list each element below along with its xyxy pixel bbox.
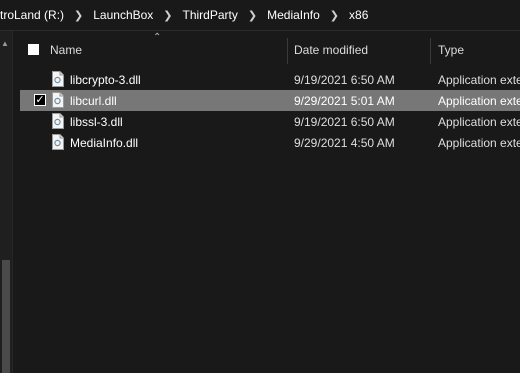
file-date-modified: 9/29/2021 5:01 AM — [294, 94, 395, 108]
column-header-name-label: Name — [50, 43, 83, 57]
row-checkbox[interactable]: ✓ — [34, 94, 46, 106]
breadcrumb-mediainfo[interactable]: MediaInfo — [265, 8, 322, 22]
dll-file-icon — [52, 92, 64, 108]
file-name: MediaInfo.dll — [70, 136, 139, 150]
file-name: libssl-3.dll — [70, 115, 123, 129]
breadcrumb-drive[interactable]: troLand (R:) — [0, 8, 66, 22]
file-type: Application exte — [438, 136, 520, 150]
chevron-right-icon[interactable]: ❯ — [155, 9, 180, 22]
file-name: libcurl.dll — [70, 94, 117, 108]
column-resize-handle[interactable] — [430, 38, 431, 64]
breadcrumb-launchbox[interactable]: LaunchBox — [91, 8, 155, 22]
breadcrumb-thirdparty[interactable]: ThirdParty — [181, 8, 240, 22]
column-header-date-modified[interactable]: Date modified — [294, 34, 368, 66]
chevron-right-icon[interactable]: ❯ — [240, 9, 265, 22]
chevron-right-icon[interactable]: ❯ — [322, 9, 347, 22]
column-resize-handle[interactable] — [287, 38, 288, 64]
column-header-type-label: Type — [438, 43, 465, 57]
file-type: Application exte — [438, 73, 520, 87]
select-all-checkbox[interactable] — [28, 44, 39, 55]
sort-ascending-icon: ⌃ — [153, 32, 162, 43]
file-type: Application exte — [438, 115, 520, 129]
file-name: libcrypto-3.dll — [70, 73, 141, 87]
address-bar[interactable]: troLand (R:) ❯ LaunchBox ❯ ThirdParty ❯ … — [0, 0, 520, 31]
column-header-row: ⌃ Name Date modified Type — [20, 32, 520, 66]
scroll-up-arrow-icon[interactable]: ▲ — [1, 39, 9, 48]
pane-divider[interactable] — [12, 31, 13, 373]
dll-file-icon — [52, 71, 64, 87]
column-header-date-label: Date modified — [294, 43, 369, 57]
file-row-libssl[interactable]: libssl-3.dll 9/19/2021 6:50 AM Applicati… — [20, 111, 520, 132]
breadcrumb-x86[interactable]: x86 — [347, 8, 370, 22]
file-row-libcrypto[interactable]: libcrypto-3.dll 9/19/2021 6:50 AM Applic… — [20, 69, 520, 90]
navigation-pane[interactable]: ▲ — [0, 31, 12, 373]
file-date-modified: 9/29/2021 4:50 AM — [294, 136, 395, 150]
file-row-libcurl[interactable]: ✓ libcurl.dll 9/29/2021 5:01 AM Applicat… — [20, 90, 520, 111]
column-header-type[interactable]: Type — [438, 34, 464, 66]
file-date-modified: 9/19/2021 6:50 AM — [294, 115, 395, 129]
dll-file-icon — [52, 113, 64, 129]
chevron-right-icon[interactable]: ❯ — [66, 9, 91, 22]
file-date-modified: 9/19/2021 6:50 AM — [294, 73, 395, 87]
file-type: Application exte — [438, 94, 520, 108]
dll-file-icon — [52, 134, 64, 150]
column-header-name[interactable]: Name — [50, 34, 82, 66]
file-row-mediainfo[interactable]: MediaInfo.dll 9/29/2021 4:50 AM Applicat… — [20, 132, 520, 153]
nav-pane-scrollbar-thumb[interactable] — [2, 260, 10, 373]
